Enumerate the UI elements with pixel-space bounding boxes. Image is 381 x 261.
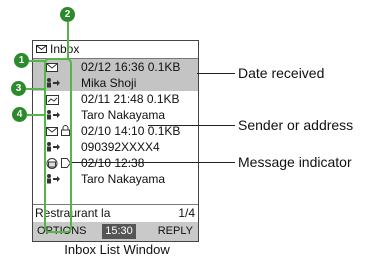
window-title: Inbox (50, 42, 80, 56)
leader-line (27, 114, 45, 116)
leader-line (67, 22, 69, 58)
callout-message-indicator: Message indicator (238, 154, 352, 170)
message-datetime: 02/12 16:36 0.1KB (81, 60, 181, 74)
title-bar: Inbox (33, 41, 198, 59)
reply-softkey[interactable]: REPLY (158, 222, 193, 241)
callout-badge-2: 2 (60, 7, 75, 22)
leader-line (29, 60, 45, 62)
leader-line (26, 88, 45, 90)
callout-sender: Sender or address (238, 117, 354, 133)
message-datetime: 02/10 12:38 (81, 156, 145, 170)
message-datetime: 02/11 21:48 0.1KB (81, 92, 180, 106)
message-sender: 090392XXXX4 (81, 140, 160, 154)
indicator-highlight (44, 58, 72, 233)
callout-date-received: Date received (238, 65, 325, 81)
message-sender: Taro Nakayama (81, 108, 166, 122)
leader-line (148, 125, 235, 126)
leader-line (197, 73, 235, 74)
callout-badge-3: 3 (11, 81, 26, 96)
callout-badge-4: 4 (12, 107, 27, 122)
figure-caption: Inbox List Window (64, 242, 170, 257)
leader-line (72, 162, 235, 163)
envelope-icon (36, 45, 47, 53)
message-sender: Taro Nakayama (81, 172, 166, 186)
callout-badge-1: 1 (14, 53, 29, 68)
page-indicator: 1/4 (178, 206, 195, 220)
message-sender: Mika Shoji (81, 76, 137, 90)
clock: 15:30 (102, 224, 136, 239)
